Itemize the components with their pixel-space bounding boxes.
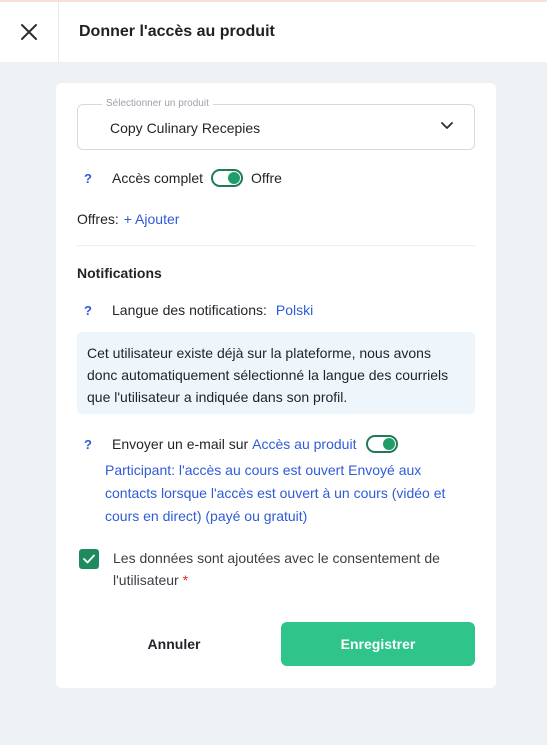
help-icon[interactable]: ?	[84, 171, 112, 186]
check-icon	[83, 554, 95, 564]
close-button[interactable]	[0, 2, 59, 62]
toggle-knob	[383, 438, 396, 450]
consent-checkbox[interactable]	[79, 549, 99, 569]
chevron-down-icon[interactable]	[440, 121, 454, 131]
access-toggle-label: Offre	[251, 170, 282, 186]
email-type-link[interactable]: Accès au produit	[252, 436, 356, 452]
email-row: ? Envoyer un e-mail sur Accès au produit	[84, 435, 406, 453]
notifications-title: Notifications	[77, 265, 162, 281]
access-toggle[interactable]	[211, 169, 244, 187]
product-select[interactable]: Sélectionner un produit Copy Culinary Re…	[77, 98, 475, 150]
product-select-legend: Sélectionner un produit	[102, 98, 213, 109]
divider	[77, 245, 475, 246]
help-icon[interactable]: ?	[84, 437, 112, 452]
consent-text: Les données sont ajoutées avec le consen…	[113, 547, 483, 591]
access-label: Accès complet	[112, 170, 204, 186]
product-select-value[interactable]: Copy Culinary Recepies	[110, 120, 260, 136]
cancel-button[interactable]: Annuler	[77, 622, 271, 666]
close-icon[interactable]	[20, 23, 38, 41]
email-label: Envoyer un e-mail sur	[112, 436, 249, 452]
language-label: Langue des notifications:	[112, 302, 267, 318]
dialog-header: Donner l'accès au produit	[0, 2, 547, 62]
help-icon[interactable]: ?	[84, 303, 112, 318]
required-mark: *	[182, 572, 189, 588]
offers-label: Offres:	[77, 211, 119, 227]
email-toggle[interactable]	[366, 435, 399, 453]
add-offer-link[interactable]: + Ajouter	[124, 211, 180, 227]
language-info-box: Cet utilisateur existe déjà sur la plate…	[77, 332, 475, 414]
page-title: Donner l'accès au produit	[79, 23, 275, 40]
language-value-link[interactable]: Polski	[276, 302, 313, 318]
toggle-knob	[228, 172, 241, 184]
language-row: ? Langue des notifications: Polski	[84, 302, 313, 318]
consent-label: Les données sont ajoutées avec le consen…	[113, 550, 440, 588]
form-card: Sélectionner un produit Copy Culinary Re…	[56, 83, 496, 688]
access-row: ? Accès complet Offre	[84, 169, 282, 187]
email-description: Participant: l'accès au cours est ouvert…	[105, 462, 446, 524]
offers-row: Offres: + Ajouter	[77, 211, 179, 227]
save-button[interactable]: Enregistrer	[281, 622, 475, 666]
